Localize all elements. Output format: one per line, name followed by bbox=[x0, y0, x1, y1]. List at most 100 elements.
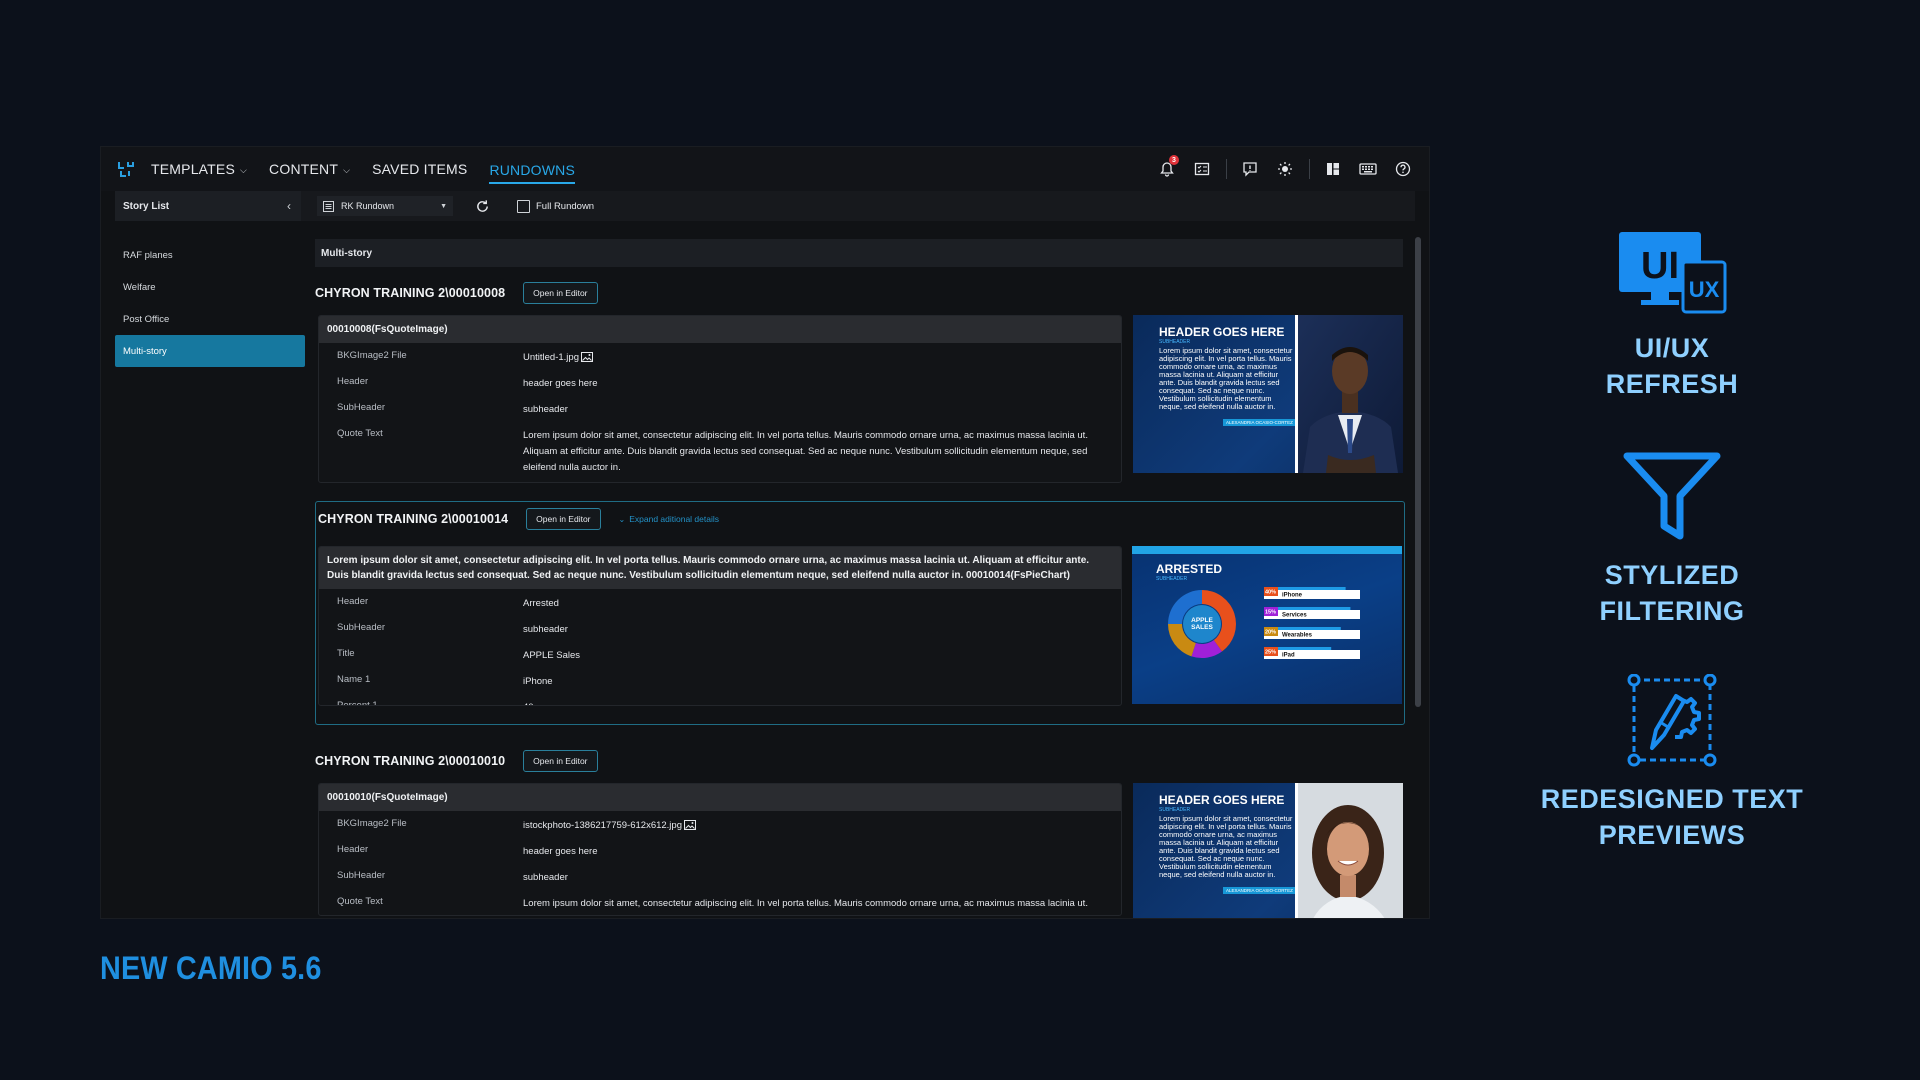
feature-title-line2: PREVIEWS bbox=[1598, 820, 1746, 850]
sidebar-item-multi-story[interactable]: Multi-story bbox=[115, 335, 305, 367]
field-key: BKGImage2 File bbox=[337, 818, 407, 829]
field-row: Header Arrested bbox=[319, 589, 1121, 615]
field-row: Name 1 iPhone bbox=[319, 667, 1121, 693]
field-key: SubHeader bbox=[337, 402, 386, 413]
field-value: Untitled-1.jpg bbox=[523, 343, 1121, 366]
feedback-icon[interactable] bbox=[1238, 157, 1262, 181]
vertical-scrollbar[interactable] bbox=[1415, 237, 1421, 707]
nav-saved-items[interactable]: SAVED ITEMS bbox=[372, 155, 467, 183]
field-value: 40 bbox=[523, 693, 1121, 705]
nav-templates[interactable]: TEMPLATES ⌵ bbox=[151, 155, 247, 183]
legend-percent: 40% bbox=[1265, 590, 1276, 596]
field-row: SubHeader subheader bbox=[319, 395, 1121, 421]
field-key: BKGImage2 File bbox=[337, 350, 407, 361]
chevron-down-icon: ⌵ bbox=[240, 164, 248, 175]
field-key: Name 1 bbox=[337, 674, 371, 685]
help-icon[interactable] bbox=[1391, 157, 1415, 181]
full-rundown-checkbox[interactable]: Full Rundown bbox=[517, 199, 594, 213]
fields-header: 00010008(FsQuoteImage) bbox=[319, 316, 1121, 343]
legend-label: iPad bbox=[1282, 653, 1295, 659]
open-in-editor-button[interactable]: Open in Editor bbox=[526, 508, 601, 530]
feature-title-line1: REDESIGNED TEXT bbox=[1540, 784, 1804, 814]
field-value: APPLE Sales bbox=[523, 650, 581, 661]
preview-subheader: SUBHEADER bbox=[1159, 339, 1191, 345]
toolbar: Story List ‹ RK Rundown ▼ Full Rundown bbox=[115, 191, 1415, 221]
open-in-editor-button[interactable]: Open in Editor bbox=[523, 282, 598, 304]
feature-ui-ux-refresh: UI UX UI/UX REFRESH bbox=[1522, 230, 1822, 402]
keyboard-icon[interactable] bbox=[1356, 157, 1380, 181]
bell-icon[interactable]: 3 bbox=[1155, 155, 1179, 181]
feature-title-line2: FILTERING bbox=[1599, 596, 1745, 626]
card-title-row: CHYRON TRAINING 2\00010008 Open in Edito… bbox=[315, 279, 1405, 307]
field-value: iPhone bbox=[523, 676, 553, 687]
field-key: Header bbox=[337, 376, 369, 387]
logo-icon[interactable] bbox=[117, 159, 137, 179]
chevron-down-icon: ⌵ bbox=[343, 164, 351, 175]
feature-stylized-filtering: STYLIZED FILTERING bbox=[1522, 450, 1822, 629]
fields-header: Lorem ipsum dolor sit amet, consectetur … bbox=[319, 547, 1121, 589]
nav-rundowns[interactable]: RUNDOWNS bbox=[489, 156, 576, 184]
graphic-preview[interactable]: HEADER GOES HERE SUBHEADER Lorem ipsum d… bbox=[1133, 783, 1403, 918]
card-title: CHYRON TRAINING 2\00010010 bbox=[315, 754, 506, 768]
field-value: header goes here bbox=[523, 846, 598, 857]
sidebar-item-label: Post Office bbox=[123, 313, 170, 325]
chevron-down-icon: ⌄ bbox=[618, 514, 626, 524]
pie-chart: APPLE SALES 40% iPhone 15% Services 20% Wearab… bbox=[1168, 587, 1360, 659]
image-icon[interactable] bbox=[684, 820, 696, 831]
story-card: CHYRON TRAINING 2\00010010 Open in Edito… bbox=[315, 747, 1405, 918]
text-preview-icon bbox=[1627, 674, 1717, 767]
field-row: BKGImage2 File istockphoto-1386217759-61… bbox=[319, 811, 1121, 837]
checkbox-box[interactable] bbox=[517, 199, 530, 213]
open-in-editor-button[interactable]: Open in Editor bbox=[523, 750, 598, 772]
graphic-preview[interactable]: HEADER GOES HERE SUBHEADER Lorem ipsum d… bbox=[1133, 315, 1403, 473]
story-content: Multi-story CHYRON TRAINING 2\00010008 O… bbox=[315, 239, 1405, 918]
rundown-list-icon bbox=[323, 200, 334, 212]
legend-percent: 25% bbox=[1265, 650, 1276, 656]
graphic-preview[interactable]: ARRESTED SUBHEADER APPLE SALES 40% iPhone 1… bbox=[1132, 546, 1402, 704]
legend-bar-track bbox=[1264, 630, 1360, 639]
feature-title-line2: REFRESH bbox=[1605, 369, 1739, 399]
field-row: Quote Text Lorem ipsum dolor sit amet, c… bbox=[319, 421, 1121, 482]
notification-badge: 3 bbox=[1169, 155, 1179, 165]
story-card-selected[interactable]: CHYRON TRAINING 2\00010014 Open in Edito… bbox=[315, 501, 1405, 725]
legend-percent: 20% bbox=[1265, 630, 1276, 636]
preview-subheader: SUBHEADER bbox=[1159, 807, 1191, 813]
image-icon[interactable] bbox=[580, 352, 593, 363]
feature-title-line1: UI/UX bbox=[1634, 333, 1710, 363]
top-nav: TEMPLATES ⌵ CONTENT ⌵ SAVED ITEMS RUNDOW… bbox=[101, 147, 1429, 191]
sidebar-item-post-office[interactable]: Post Office bbox=[115, 303, 305, 335]
field-row: Quote Text Lorem ipsum dolor sit amet, c… bbox=[319, 889, 1121, 915]
sidebar-item-raf-planes[interactable]: RAF planes bbox=[115, 239, 305, 271]
field-key: SubHeader bbox=[337, 622, 386, 633]
field-value: Lorem ipsum dolor sit amet, consectetur … bbox=[523, 430, 1088, 473]
field-value-text: istockphoto-1386217759-612x612.jpg bbox=[523, 820, 682, 831]
ui-ux-icon-ui-text: UI bbox=[1641, 245, 1679, 287]
field-value: Arrested bbox=[523, 598, 559, 609]
fields-table: Lorem ipsum dolor sit amet, consectetur … bbox=[318, 546, 1122, 706]
preview-name-tag: ALEXANDRIA OCASIO-CORTEZ bbox=[1223, 887, 1296, 894]
card-title: CHYRON TRAINING 2\00010008 bbox=[315, 286, 506, 300]
brightness-icon[interactable] bbox=[1273, 157, 1297, 181]
nav-divider bbox=[1226, 159, 1227, 179]
card-title: CHYRON TRAINING 2\00010014 bbox=[318, 512, 509, 526]
legend-bar-track bbox=[1264, 650, 1360, 659]
legend-label: Wearables bbox=[1282, 633, 1313, 639]
checklist-icon[interactable] bbox=[1190, 157, 1214, 181]
rundown-select[interactable]: RK Rundown ▼ bbox=[317, 196, 453, 216]
dropdown-arrow-icon: ▼ bbox=[440, 202, 447, 210]
field-key: Quote Text bbox=[337, 896, 383, 907]
nav-content[interactable]: CONTENT ⌵ bbox=[269, 155, 350, 183]
app-window: TEMPLATES ⌵ CONTENT ⌵ SAVED ITEMS RUNDOW… bbox=[100, 146, 1430, 919]
product-title: NEW CAMIO 5.6 bbox=[100, 950, 322, 986]
collapse-chevron-icon[interactable]: ‹ bbox=[287, 199, 291, 213]
field-value: subheader bbox=[523, 624, 568, 635]
refresh-icon[interactable] bbox=[473, 197, 491, 215]
field-value-text: Untitled-1.jpg bbox=[523, 352, 579, 363]
story-card: CHYRON TRAINING 2\00010008 Open in Edito… bbox=[315, 279, 1405, 501]
expand-details-link[interactable]: ⌄ Expand aditional details bbox=[619, 514, 720, 524]
preview-body: Lorem ipsum dolor sit amet, consectetur … bbox=[1159, 814, 1293, 879]
story-list-header: Story List ‹ bbox=[115, 191, 301, 221]
sidebar-item-welfare[interactable]: Welfare bbox=[115, 271, 305, 303]
expand-details-label: Expand aditional details bbox=[629, 514, 720, 524]
layout-icon[interactable] bbox=[1321, 157, 1345, 181]
